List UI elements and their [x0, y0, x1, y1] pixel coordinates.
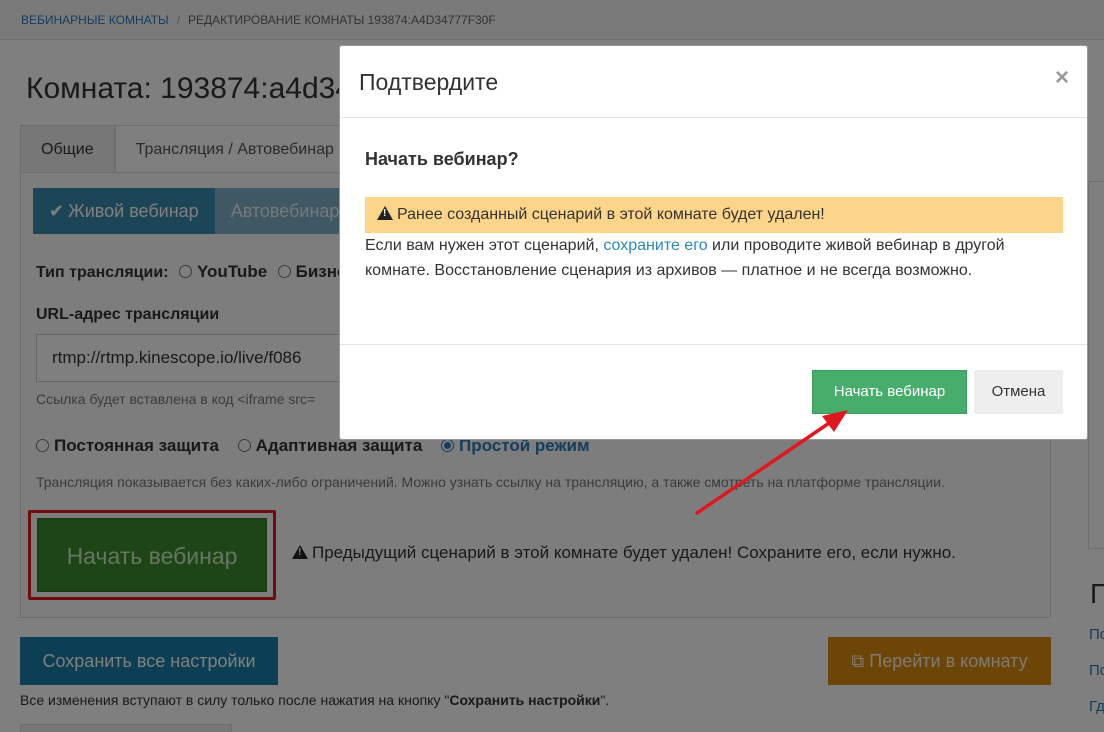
dialog-alert-text: Ранее созданный сценарий в этой комнате …: [397, 206, 825, 223]
confirm-start-button[interactable]: Начать вебинар: [812, 370, 967, 414]
dialog-header: Подтвердите ×: [340, 46, 1087, 118]
dialog-title: Подтвердите: [359, 69, 499, 95]
cancel-button[interactable]: Отмена: [974, 370, 1063, 414]
dialog-text-before: Если вам нужен этот сценарий,: [365, 237, 604, 254]
dialog-body-text: Если вам нужен этот сценарий, сохраните …: [365, 233, 1055, 283]
dialog-question: Начать вебинар?: [365, 149, 519, 169]
dialog-footer: Начать вебинар Отмена: [340, 344, 1087, 439]
confirm-dialog: Подтвердите × Начать вебинар? Ранее созд…: [339, 45, 1088, 440]
save-scenario-link[interactable]: сохраните его: [603, 237, 707, 254]
warning-icon: [377, 206, 393, 220]
close-icon[interactable]: ×: [1055, 64, 1069, 92]
dialog-alert: Ранее созданный сценарий в этой комнате …: [365, 197, 1063, 233]
